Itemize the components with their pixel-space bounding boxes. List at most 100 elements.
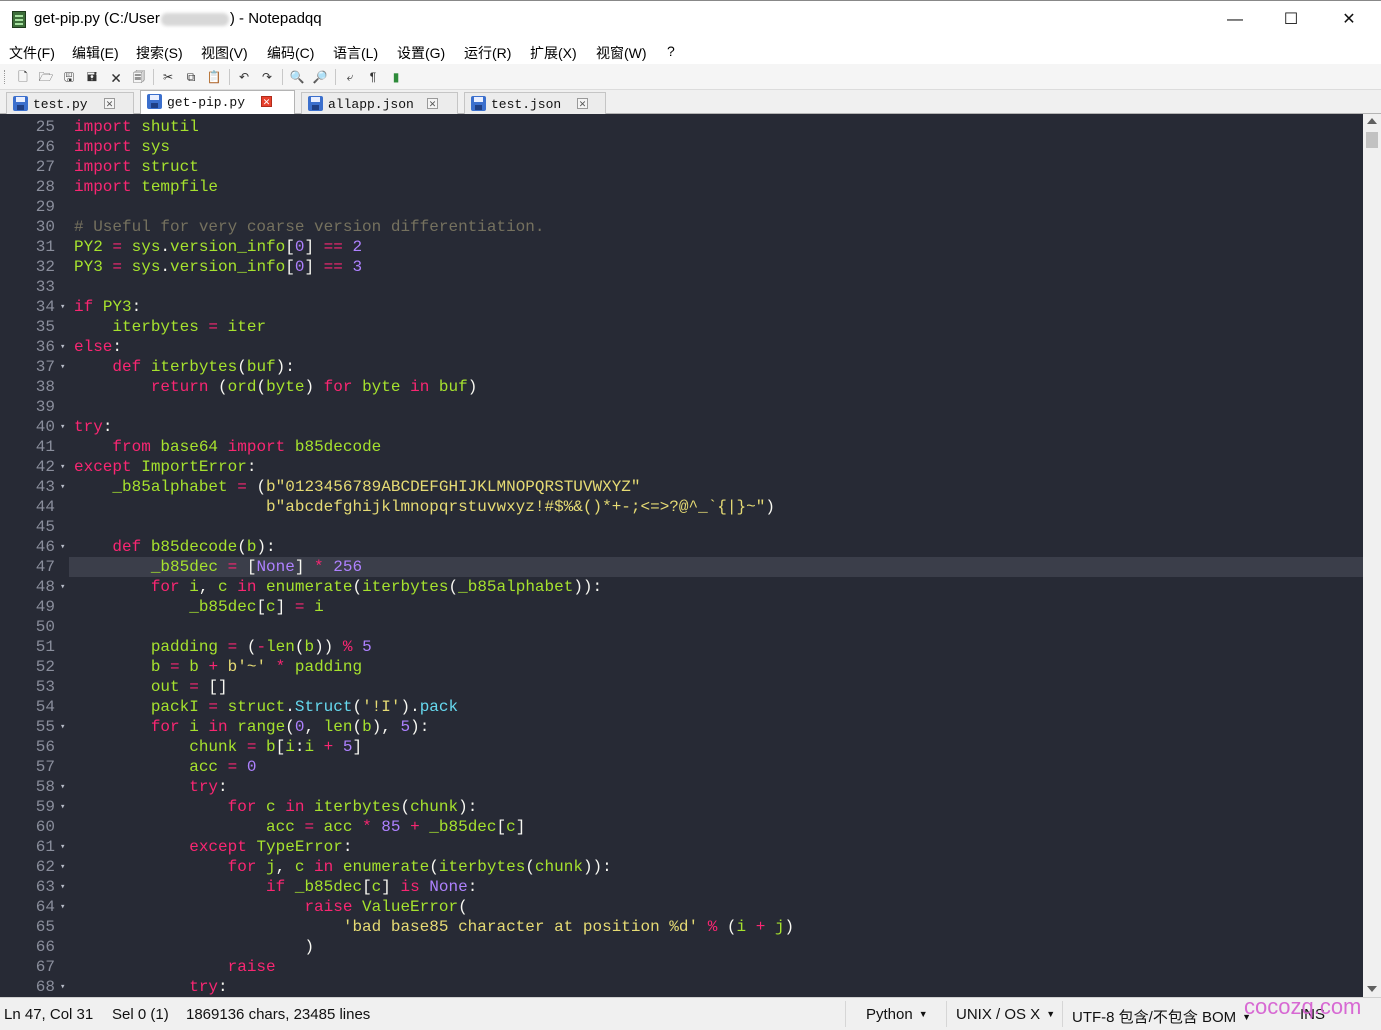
show-all-chars-icon[interactable]: ¶ xyxy=(365,69,381,85)
menu-settings[interactable]: 设置(G) xyxy=(397,43,445,63)
close-file-icon[interactable]: 🗙 xyxy=(108,69,124,85)
menu-edit[interactable]: 编辑(E) xyxy=(72,43,119,63)
code-line[interactable]: 27 import struct xyxy=(0,157,1363,177)
tab-get-pip-py[interactable]: get-pip.py ✕ xyxy=(140,90,295,114)
code-line[interactable]: 47 _b85dec = [None] * 256 xyxy=(0,557,1363,577)
code-line[interactable]: 59 ▾ for c in iterbytes(chunk): xyxy=(0,797,1363,817)
code-line[interactable]: 56 chunk = b[i:i + 5] xyxy=(0,737,1363,757)
fold-arrow-icon[interactable]: ▾ xyxy=(60,897,65,917)
close-window-button[interactable]: ✕ xyxy=(1320,1,1378,39)
code-line[interactable]: 65 'bad base85 character at position %d'… xyxy=(0,917,1363,937)
code-line[interactable]: 68 ▾ try: xyxy=(0,977,1363,997)
zoom-out-icon[interactable]: 🔎 xyxy=(312,69,328,85)
fold-arrow-icon[interactable]: ▾ xyxy=(60,417,65,437)
code-line[interactable]: 45 xyxy=(0,517,1363,537)
code-line[interactable]: 39 xyxy=(0,397,1363,417)
open-file-icon[interactable]: 🗁 xyxy=(38,69,54,85)
code-line[interactable]: 32 PY3 = sys.version_info[0] == 3 xyxy=(0,257,1363,277)
menu-encoding[interactable]: 编码(C) xyxy=(267,43,314,63)
fold-arrow-icon[interactable]: ▾ xyxy=(60,477,65,497)
code-line[interactable]: 43 ▾ _b85alphabet = (b"0123456789ABCDEFGH… xyxy=(0,477,1363,497)
tab-close-icon[interactable]: ✕ xyxy=(577,98,588,109)
code-line[interactable]: 49 _b85dec[c] = i xyxy=(0,597,1363,617)
code-line[interactable]: 41 from base64 import b85decode xyxy=(0,437,1363,457)
code-line[interactable]: 37 ▾ def iterbytes(buf): xyxy=(0,357,1363,377)
scroll-up-arrow-icon[interactable] xyxy=(1367,118,1377,124)
cut-icon[interactable]: ✂ xyxy=(160,69,176,85)
language-selector[interactable]: Python ▼ xyxy=(866,1006,928,1023)
menu-language[interactable]: 语言(L) xyxy=(333,43,378,63)
save-icon[interactable]: 🖫 xyxy=(61,69,77,85)
undo-icon[interactable]: ↶ xyxy=(236,69,252,85)
code-line[interactable]: 31 PY2 = sys.version_info[0] == 2 xyxy=(0,237,1363,257)
copy-icon[interactable]: ⧉ xyxy=(183,69,199,85)
code-line[interactable]: 60 acc = acc * 85 + _b85dec[c] xyxy=(0,817,1363,837)
menu-file[interactable]: 文件(F) xyxy=(9,43,55,63)
code-line[interactable]: 35 iterbytes = iter xyxy=(0,317,1363,337)
code-line[interactable]: 66 ) xyxy=(0,937,1363,957)
fold-arrow-icon[interactable]: ▾ xyxy=(60,717,65,737)
code-line[interactable]: 25 import shutil xyxy=(0,117,1363,137)
code-line[interactable]: 55 ▾ for i in range(0, len(b), 5): xyxy=(0,717,1363,737)
code-line[interactable]: 34 ▾ if PY3: xyxy=(0,297,1363,317)
minimize-button[interactable]: — xyxy=(1206,1,1264,39)
code-line[interactable]: 26 import sys xyxy=(0,137,1363,157)
menu-run[interactable]: 运行(R) xyxy=(464,43,511,63)
code-line[interactable]: 29 xyxy=(0,197,1363,217)
scroll-down-arrow-icon[interactable] xyxy=(1367,986,1377,992)
tab-close-icon[interactable]: ✕ xyxy=(427,98,438,109)
code-line[interactable]: 58 ▾ try: xyxy=(0,777,1363,797)
new-file-icon[interactable]: 🗋 xyxy=(15,69,31,85)
encoding-selector[interactable]: UTF-8 包含/不包含 BOM ▼ xyxy=(1072,1006,1251,1027)
tab-close-icon[interactable]: ✕ xyxy=(261,96,272,107)
fold-arrow-icon[interactable]: ▾ xyxy=(60,857,65,877)
code-line[interactable]: 63 ▾ if _b85dec[c] is None: xyxy=(0,877,1363,897)
fold-arrow-icon[interactable]: ▾ xyxy=(60,537,65,557)
vertical-scrollbar[interactable] xyxy=(1363,114,1381,997)
tab-test-py[interactable]: test.py ✕ xyxy=(6,92,134,114)
zoom-in-icon[interactable]: 🔍 xyxy=(289,69,305,85)
word-wrap-icon[interactable]: ⤶ xyxy=(342,69,358,85)
code-line[interactable]: 50 xyxy=(0,617,1363,637)
code-line[interactable]: 53 out = [] xyxy=(0,677,1363,697)
close-all-icon[interactable]: 🗐 xyxy=(131,69,147,85)
menu-view[interactable]: 视图(V) xyxy=(201,43,248,63)
fold-arrow-icon[interactable]: ▾ xyxy=(60,337,65,357)
fold-arrow-icon[interactable]: ▾ xyxy=(60,457,65,477)
fold-arrow-icon[interactable]: ▾ xyxy=(60,297,65,317)
code-editor[interactable]: 25 import shutil 26 import sys 27 import stru… xyxy=(0,114,1363,997)
menu-window[interactable]: 视窗(W) xyxy=(596,43,647,63)
save-all-icon[interactable]: 🖬 xyxy=(84,69,100,85)
code-line[interactable]: 52 b = b + b'~' * padding xyxy=(0,657,1363,677)
code-line[interactable]: 67 raise xyxy=(0,957,1363,977)
code-line[interactable]: 44 b"abcdefghijklmnopqrstuvwxyz!#$%&()*+… xyxy=(0,497,1363,517)
fold-arrow-icon[interactable]: ▾ xyxy=(60,877,65,897)
redo-icon[interactable]: ↷ xyxy=(259,69,275,85)
fold-arrow-icon[interactable]: ▾ xyxy=(60,777,65,797)
code-line[interactable]: 48 ▾ for i, c in enumerate(iterbytes(_b85… xyxy=(0,577,1363,597)
fold-arrow-icon[interactable]: ▾ xyxy=(60,797,65,817)
fold-arrow-icon[interactable]: ▾ xyxy=(60,357,65,377)
code-line[interactable]: 36 ▾ else: xyxy=(0,337,1363,357)
tab-test-json[interactable]: test.json ✕ xyxy=(464,92,606,114)
code-line[interactable]: 28 import tempfile xyxy=(0,177,1363,197)
code-line[interactable]: 40 ▾ try: xyxy=(0,417,1363,437)
code-line[interactable]: 54 packI = struct.Struct('!I').pack xyxy=(0,697,1363,717)
paste-icon[interactable]: 📋 xyxy=(206,69,222,85)
code-line[interactable]: 42 ▾ except ImportError: xyxy=(0,457,1363,477)
scrollbar-thumb[interactable] xyxy=(1366,132,1378,148)
code-line[interactable]: 61 ▾ except TypeError: xyxy=(0,837,1363,857)
code-line[interactable]: 62 ▾ for j, c in enumerate(iterbytes(chun… xyxy=(0,857,1363,877)
code-line[interactable]: 51 padding = (-len(b)) % 5 xyxy=(0,637,1363,657)
tab-close-icon[interactable]: ✕ xyxy=(104,98,115,109)
code-line[interactable]: 46 ▾ def b85decode(b): xyxy=(0,537,1363,557)
code-line[interactable]: 64 ▾ raise ValueError( xyxy=(0,897,1363,917)
tab-allapp-json[interactable]: allapp.json ✕ xyxy=(301,92,458,114)
code-line[interactable]: 38 return (ord(byte) for byte in buf) xyxy=(0,377,1363,397)
menu-help[interactable]: ? xyxy=(667,43,675,59)
code-line[interactable]: 30 # Useful for very coarse version diffe… xyxy=(0,217,1363,237)
code-line[interactable]: 33 xyxy=(0,277,1363,297)
fold-arrow-icon[interactable]: ▾ xyxy=(60,977,65,997)
run-icon[interactable]: ▮ xyxy=(388,69,404,85)
maximize-button[interactable]: ☐ xyxy=(1262,1,1320,39)
